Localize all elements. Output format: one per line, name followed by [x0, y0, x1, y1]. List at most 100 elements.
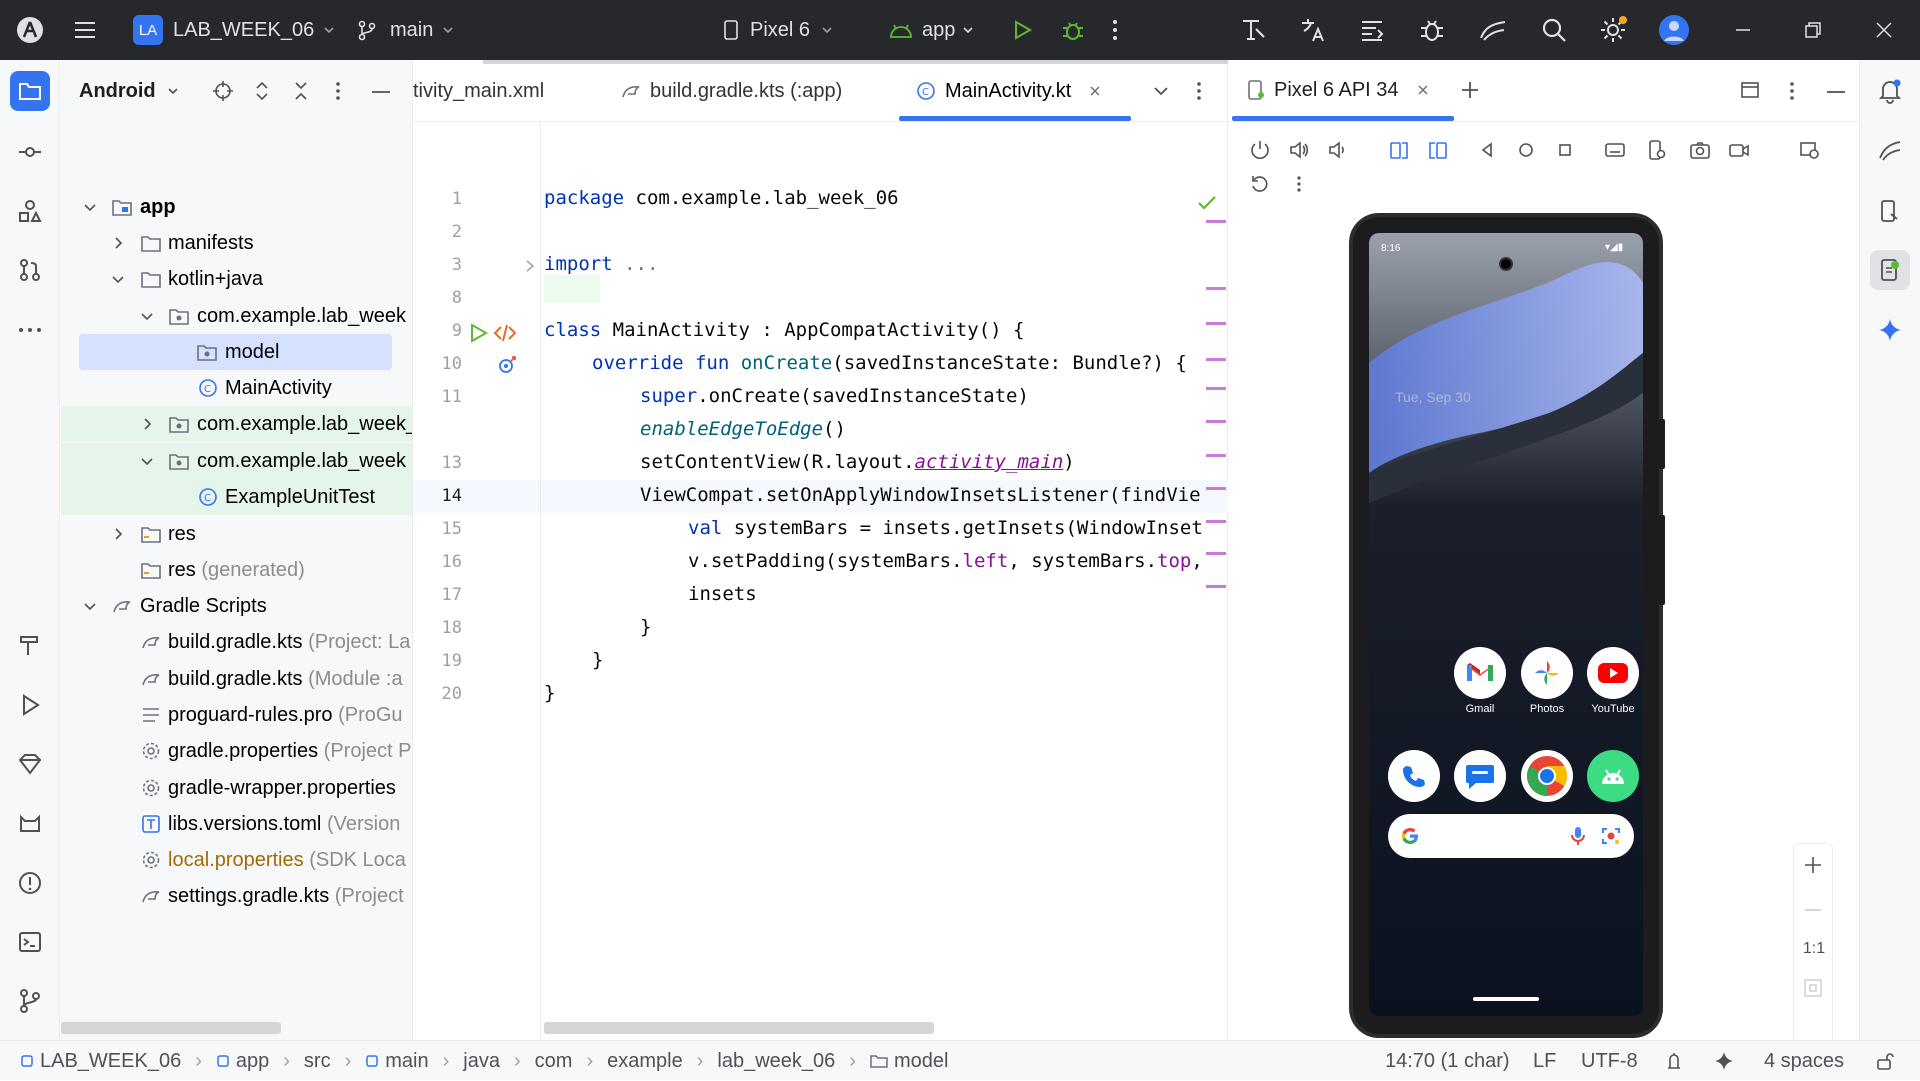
gemini-sparkle-icon[interactable]: [1870, 310, 1910, 350]
line-separator[interactable]: LF: [1533, 1041, 1556, 1081]
run-tool-button[interactable]: [10, 685, 50, 725]
tree-item-package-androidtest[interactable]: com.example.lab_week_06: [61, 406, 412, 442]
zoom-in-icon[interactable]: [1802, 854, 1824, 876]
close-tab-icon[interactable]: [1089, 85, 1101, 97]
terminal-tool-button[interactable]: [10, 922, 50, 962]
gemini-tool-button[interactable]: [10, 744, 50, 784]
collapse-all-icon[interactable]: [292, 80, 310, 102]
tree-item-res[interactable]: res: [61, 516, 412, 552]
tree-item-build-gradle-module[interactable]: build.gradle.kts (Module :a: [61, 661, 412, 697]
indent-setting[interactable]: 4 spaces: [1764, 1041, 1844, 1081]
code-line-9[interactable]: class MainActivity : AppCompatActivity()…: [544, 319, 1024, 341]
more-actions-icon[interactable]: [1110, 0, 1120, 60]
run-config-selector[interactable]: app: [888, 0, 975, 60]
horizontal-scrollbar[interactable]: [544, 1022, 934, 1034]
photos-app-icon[interactable]: [1521, 647, 1573, 699]
tree-item-res-generated[interactable]: res (generated): [61, 552, 412, 588]
bug-report-icon[interactable]: [1418, 0, 1446, 60]
layout-toggle-icon[interactable]: [1740, 80, 1760, 100]
device-manager-icon[interactable]: [1478, 0, 1508, 60]
screenshot-icon[interactable]: [1686, 136, 1714, 164]
commit-tool-button[interactable]: [10, 132, 50, 172]
breadcrumb-item[interactable]: example: [607, 1050, 683, 1073]
run-gutter-icon[interactable]: [467, 322, 489, 344]
breadcrumb-item[interactable]: src: [304, 1050, 331, 1073]
tree-item-app[interactable]: app: [61, 189, 412, 225]
inspection-ok-icon[interactable]: [1197, 194, 1217, 212]
volume-up-icon[interactable]: [1285, 136, 1313, 164]
tab-list-icon[interactable]: [1153, 84, 1169, 98]
tree-item-local-properties[interactable]: local.properties (SDK Loca: [61, 842, 412, 878]
code-line-3[interactable]: import ...: [544, 253, 658, 275]
editor-options-icon[interactable]: [1195, 80, 1203, 102]
tree-item-mainactivity[interactable]: C MainActivity: [61, 370, 412, 406]
running-devices-icon[interactable]: [1870, 250, 1910, 290]
fold-chevron-icon[interactable]: [524, 259, 536, 273]
view-mode-selector[interactable]: Android: [79, 60, 180, 122]
microphone-icon[interactable]: [1570, 825, 1586, 847]
override-gutter-icon[interactable]: [496, 354, 518, 376]
device-explorer-icon[interactable]: [1870, 191, 1910, 231]
chrome-app-icon[interactable]: [1521, 750, 1573, 802]
build-tool-button[interactable]: [10, 625, 50, 665]
record-screen-icon[interactable]: [1725, 136, 1753, 164]
code-line-20[interactable]: }: [544, 682, 555, 704]
breadcrumb-item[interactable]: model: [894, 1050, 948, 1073]
main-menu-icon[interactable]: [72, 0, 98, 60]
tree-item-gradle-scripts[interactable]: Gradle Scripts: [61, 588, 412, 624]
extended-controls-icon[interactable]: [1796, 136, 1824, 164]
tree-item-kotlin-java[interactable]: kotlin+java: [61, 261, 412, 297]
code-line-10[interactable]: override fun onCreate(savedInstanceState…: [544, 352, 1187, 374]
volume-down-icon[interactable]: [1324, 136, 1352, 164]
tree-item-model[interactable]: model: [79, 334, 392, 370]
debug-button[interactable]: [1060, 0, 1086, 60]
phone-app-icon[interactable]: [1388, 750, 1440, 802]
tree-item-package-main[interactable]: com.example.lab_week: [61, 298, 412, 334]
code-line-13[interactable]: setContentView(R.layout.activity_main): [544, 451, 1075, 473]
device-settings-icon[interactable]: [1643, 136, 1671, 164]
tab-pixel-6-api-34[interactable]: Pixel 6 API 34: [1246, 60, 1429, 120]
code-line-16[interactable]: v.setPadding(systemBars.left, systemBars…: [544, 550, 1203, 572]
settings-icon[interactable]: [1598, 0, 1628, 60]
google-lens-icon[interactable]: [1600, 825, 1622, 847]
add-device-icon[interactable]: [1460, 80, 1480, 100]
code-line-11[interactable]: super.onCreate(savedInstanceState): [544, 385, 1029, 407]
tree-item-build-gradle-project[interactable]: build.gradle.kts (Project: La: [61, 624, 412, 660]
code-line-12[interactable]: enableEdgeToEdge(): [544, 418, 846, 440]
avatar[interactable]: [1658, 0, 1690, 60]
breadcrumb-item[interactable]: com: [535, 1050, 573, 1073]
read-only-toggle-icon[interactable]: [1875, 1041, 1895, 1081]
zoom-out-icon[interactable]: [1802, 908, 1824, 912]
cursor-position[interactable]: 14:70 (1 char): [1385, 1041, 1510, 1081]
hide-panel-icon[interactable]: [1826, 90, 1846, 94]
more-controls-icon[interactable]: [1285, 170, 1313, 198]
back-icon[interactable]: [1473, 136, 1501, 164]
code-line-18[interactable]: }: [544, 616, 651, 638]
breadcrumb-item[interactable]: LAB_WEEK_06: [40, 1050, 181, 1073]
panel-options-icon[interactable]: [1788, 80, 1796, 102]
messages-app-icon[interactable]: [1454, 750, 1506, 802]
google-search-bar[interactable]: [1388, 814, 1634, 858]
resource-manager-button[interactable]: [10, 191, 50, 231]
restore-window-button[interactable]: [1803, 0, 1823, 60]
project-tool-button[interactable]: [10, 71, 50, 111]
code-line-1[interactable]: package com.example.lab_week_06: [544, 187, 899, 209]
tree-item-proguard[interactable]: proguard-rules.pro (ProGu: [61, 697, 412, 733]
overview-icon[interactable]: [1551, 136, 1579, 164]
tree-item-gradle-properties[interactable]: gradle.properties (Project P: [61, 733, 412, 769]
expand-all-icon[interactable]: [253, 80, 271, 102]
file-encoding[interactable]: UTF-8: [1581, 1041, 1638, 1081]
branch-selector[interactable]: main: [356, 0, 455, 60]
hide-panel-icon[interactable]: [371, 90, 391, 94]
options-icon[interactable]: [334, 80, 342, 102]
code-line-19[interactable]: }: [544, 649, 603, 671]
pull-requests-button[interactable]: [10, 250, 50, 290]
project-selector[interactable]: LA LAB_WEEK_06: [133, 0, 336, 60]
phone-screen[interactable]: 8:16 ▾◢▮ Tue, Sep 30 Gmail Photos YouTub…: [1369, 233, 1643, 1016]
tab-build-gradle-app[interactable]: build.gradle.kts (:app): [620, 60, 842, 122]
version-control-button[interactable]: [10, 981, 50, 1021]
notifications-icon[interactable]: [1870, 71, 1910, 111]
gemini-status-icon[interactable]: [1714, 1041, 1734, 1081]
locate-file-icon[interactable]: [212, 80, 234, 102]
minimize-window-button[interactable]: [1733, 0, 1753, 60]
